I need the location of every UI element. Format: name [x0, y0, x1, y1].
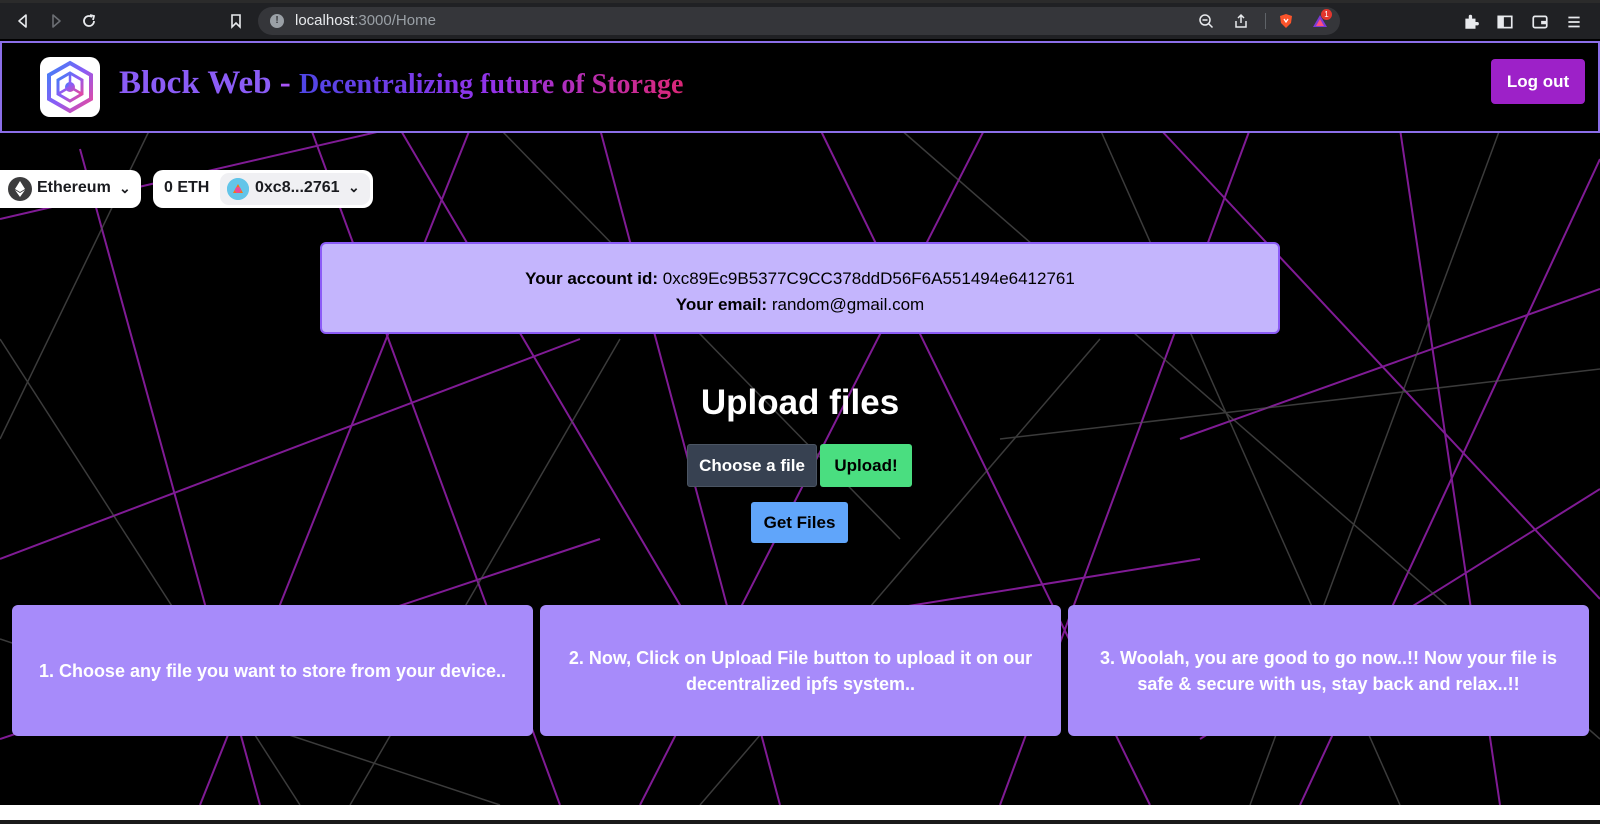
account-info-box: Your account id: 0xc89Ec9B5377C9CC378ddD…	[320, 242, 1280, 334]
reload-button[interactable]	[75, 7, 103, 35]
rewards-badge: 1	[1321, 9, 1332, 20]
bookmark-button[interactable]	[222, 7, 250, 35]
step-card-2: 2. Now, Click on Upload File button to u…	[540, 605, 1061, 736]
wallet-address: 0xc8...2761	[255, 179, 340, 196]
chevron-down-icon: ⌄	[119, 180, 131, 196]
page: Block Web - Decentralizing future of Sto…	[0, 39, 1600, 805]
zoom-out-icon[interactable]	[1198, 13, 1214, 29]
chain-name: Ethereum	[37, 179, 111, 196]
account-avatar	[227, 178, 249, 200]
url-text: localhost:3000/Home	[295, 12, 436, 29]
get-files-button[interactable]: Get Files	[751, 502, 848, 543]
brave-shields-icon[interactable]	[1278, 13, 1294, 29]
address-chip[interactable]: 0xc8...2761 ⌄	[220, 173, 370, 205]
back-button[interactable]	[9, 7, 37, 35]
title-dash: -	[271, 65, 300, 101]
back-arrow-icon	[18, 14, 27, 28]
chain-selector[interactable]: Ethereum ⌄	[0, 170, 141, 208]
upload-button[interactable]: Upload!	[820, 444, 912, 487]
menu-icon[interactable]	[1565, 13, 1583, 31]
extensions-puzzle-icon[interactable]	[1462, 13, 1480, 31]
omnibox-divider	[1265, 13, 1266, 29]
step-card-1: 1. Choose any file you want to store fro…	[12, 605, 533, 736]
choose-file-button[interactable]: Choose a file	[687, 444, 817, 487]
account-id-value: 0xc89Ec9B5377C9CC378ddD56F6A551494e64127…	[662, 269, 1075, 288]
upload-title: Upload files	[700, 383, 900, 422]
forward-button[interactable]	[42, 7, 70, 35]
page-bottom-edge	[0, 805, 1600, 824]
browser-toolbar: ! localhost:3000/Home 1	[0, 3, 1600, 39]
sidebar-toggle-icon[interactable]	[1496, 13, 1514, 31]
site-header: Block Web - Decentralizing future of Sto…	[0, 41, 1600, 133]
reload-icon	[83, 14, 96, 27]
share-icon[interactable]	[1233, 13, 1249, 29]
logout-button[interactable]: Log out	[1491, 59, 1585, 104]
ethereum-icon	[8, 177, 32, 201]
chevron-down-icon: ⌄	[348, 179, 360, 195]
wallet-icon[interactable]	[1531, 13, 1549, 31]
email-line: Your email: random@gmail.com	[675, 295, 925, 314]
email-value: random@gmail.com	[771, 295, 925, 314]
hexagon-network-icon	[47, 60, 93, 114]
step-card-3: 3. Woolah, you are good to go now..!! No…	[1068, 605, 1589, 736]
account-id-line: Your account id: 0xc89Ec9B5377C9CC378ddD…	[525, 269, 1075, 288]
wallet-balance: 0 ETH	[164, 179, 210, 196]
tagline: Decentralizing future of Storage	[299, 69, 684, 100]
site-title: Block Web - Decentralizing future of Sto…	[119, 65, 683, 102]
brand-name: Block Web	[119, 65, 272, 101]
block-web-logo	[40, 57, 100, 117]
bookmark-icon	[231, 14, 241, 29]
site-info-icon[interactable]: !	[270, 14, 284, 28]
account-button[interactable]: 0 ETH 0xc8...2761 ⌄	[153, 170, 373, 208]
address-bar[interactable]: ! localhost:3000/Home 1	[258, 7, 1340, 35]
forward-arrow-icon	[52, 14, 61, 28]
